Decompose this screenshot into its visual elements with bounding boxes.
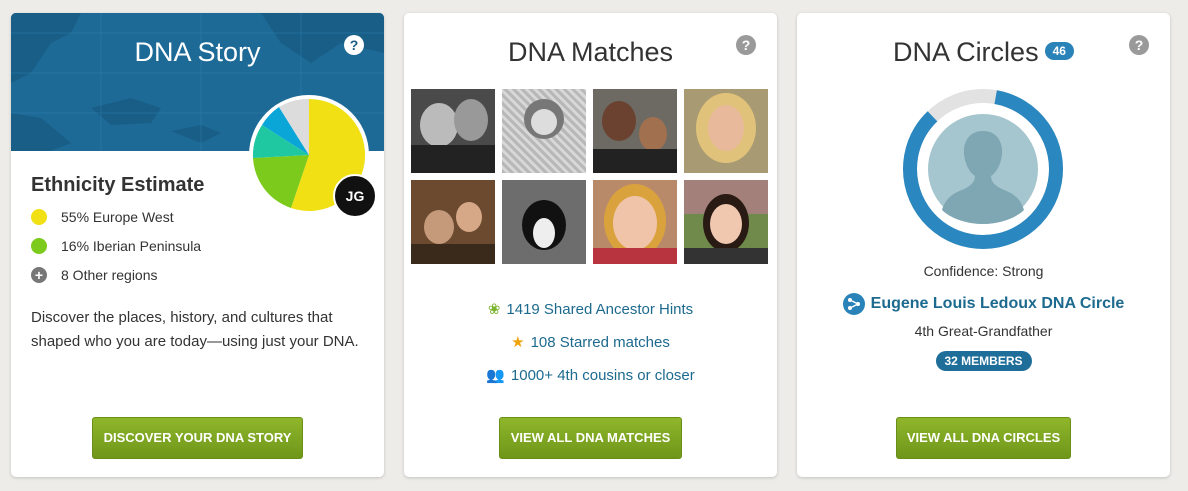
matches-title: DNA Matches: [507, 37, 674, 67]
shared-ancestor-hints-link[interactable]: ❀ 1419 Shared Ancestor Hints: [404, 300, 777, 319]
region-label: 16% Iberian Peninsula: [61, 238, 202, 254]
region-row-iberian-peninsula[interactable]: 16% Iberian Peninsula: [31, 235, 201, 257]
dna-circle-ring[interactable]: [900, 86, 1066, 252]
match-photo[interactable]: [502, 180, 586, 264]
stat-label: 108 Starred matches: [530, 333, 670, 351]
yellow-dot-icon: [31, 209, 47, 225]
green-dot-icon: [31, 238, 47, 254]
view-all-dna-circles-button[interactable]: VIEW ALL DNA CIRCLES: [896, 417, 1071, 459]
match-photo[interactable]: [502, 89, 586, 173]
dna-story-card: DNA Story ? JG Ethnicity Estimate 55% Eu…: [11, 13, 384, 477]
user-initials-avatar: JG: [333, 174, 377, 218]
match-photo[interactable]: [593, 89, 677, 173]
confidence-label: Confidence: Strong: [923, 263, 1044, 279]
match-photo[interactable]: [411, 89, 495, 173]
dna-matches-card: DNA Matches ? ❀ 1419 Shared Ancestor Hin…: [404, 13, 777, 477]
region-row-other-regions[interactable]: + 8 Other regions: [31, 264, 158, 286]
match-photo[interactable]: [593, 180, 677, 264]
circles-count-badge: 46: [1044, 41, 1074, 60]
stat-label: 1419 Shared Ancestor Hints: [506, 300, 694, 318]
help-icon[interactable]: ?: [1129, 35, 1149, 55]
leaf-icon: ❀: [487, 301, 501, 318]
stat-label: 1000+ 4th cousins or closer: [510, 366, 695, 384]
match-photo[interactable]: [411, 180, 495, 264]
ethnicity-estimate-heading: Ethnicity Estimate: [31, 174, 205, 196]
story-description: Discover the places, history, and cultur…: [31, 309, 359, 350]
dna-circle-icon: [842, 293, 865, 315]
region-label: 8 Other regions: [61, 267, 158, 283]
match-photo[interactable]: [684, 180, 768, 264]
starred-matches-link[interactable]: ★ 108 Starred matches: [404, 333, 777, 352]
region-label: 55% Europe West: [61, 209, 174, 225]
discover-dna-story-button[interactable]: DISCOVER YOUR DNA STORY: [92, 417, 303, 459]
match-photo[interactable]: [684, 89, 768, 173]
view-all-dna-matches-button[interactable]: VIEW ALL DNA MATCHES: [499, 417, 682, 459]
region-row-europe-west[interactable]: 55% Europe West: [31, 206, 174, 228]
help-icon[interactable]: ?: [344, 35, 364, 55]
story-title: DNA Story: [134, 37, 261, 67]
relationship-label: 4th Great-Grandfather: [914, 323, 1053, 339]
fourth-cousins-link[interactable]: 👥 1000+ 4th cousins or closer: [404, 366, 777, 385]
people-icon: 👥: [486, 367, 505, 384]
circle-name-link[interactable]: Eugene Louis Ledoux DNA Circle: [797, 293, 1170, 315]
dna-circles-card: DNA Circles 46 ? Confidence: Strong Eugen…: [797, 13, 1170, 477]
circles-title-text: DNA Circles: [893, 37, 1039, 67]
match-photo-grid: [411, 89, 771, 269]
circles-title: DNA Circles 46: [797, 37, 1170, 68]
circle-name-text: Eugene Louis Ledoux DNA Circle: [870, 295, 1125, 312]
members-badge[interactable]: 32 MEMBERS: [935, 351, 1032, 371]
star-icon: ★: [511, 334, 525, 351]
plus-icon: +: [31, 267, 47, 283]
help-icon[interactable]: ?: [736, 35, 756, 55]
